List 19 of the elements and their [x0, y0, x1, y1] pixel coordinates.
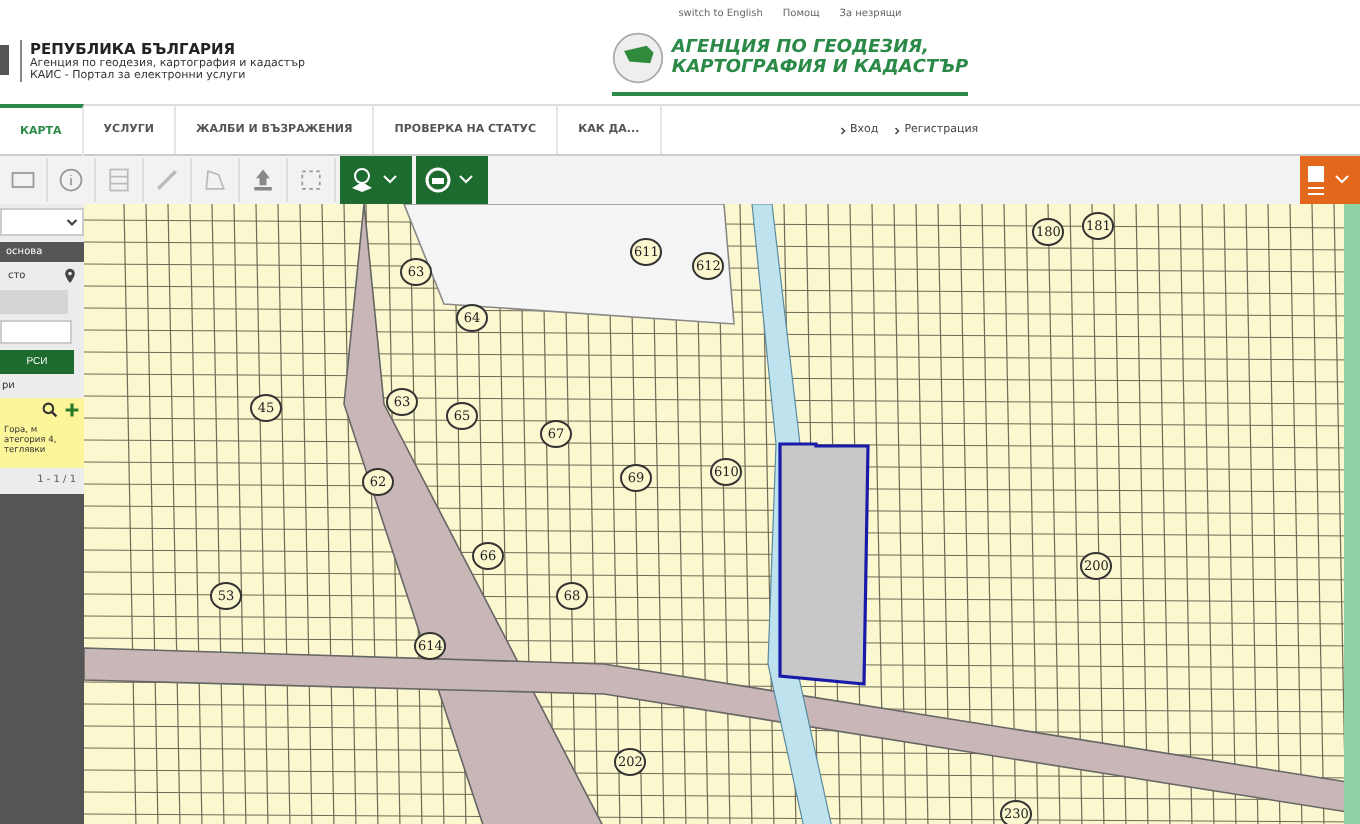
- legend-button[interactable]: [1300, 156, 1360, 204]
- location-pin-icon: [64, 268, 76, 284]
- agency-logo-text: КАРТОГРАФИЯ И КАДАСТЪР: [671, 58, 969, 78]
- legend-icon: [1304, 162, 1328, 198]
- caret-icon: [458, 174, 474, 186]
- caret-icon: [1334, 174, 1350, 186]
- search-input[interactable]: [0, 320, 72, 344]
- agency-logo-text: АГЕНЦИЯ ПО ГЕОДЕЗИЯ,: [671, 38, 931, 58]
- chevron-icon: [894, 125, 901, 135]
- caret-icon: [382, 174, 398, 186]
- search-icon[interactable]: [42, 402, 58, 418]
- agency-logo-icon: [611, 32, 664, 84]
- caret-icon: [66, 217, 78, 227]
- plus-icon[interactable]: [64, 402, 80, 418]
- dropdown-field[interactable]: [0, 208, 84, 236]
- layers-button[interactable]: [340, 156, 412, 204]
- print-button[interactable]: [416, 156, 488, 204]
- printer-icon: [424, 166, 452, 194]
- chevron-icon: [840, 125, 846, 135]
